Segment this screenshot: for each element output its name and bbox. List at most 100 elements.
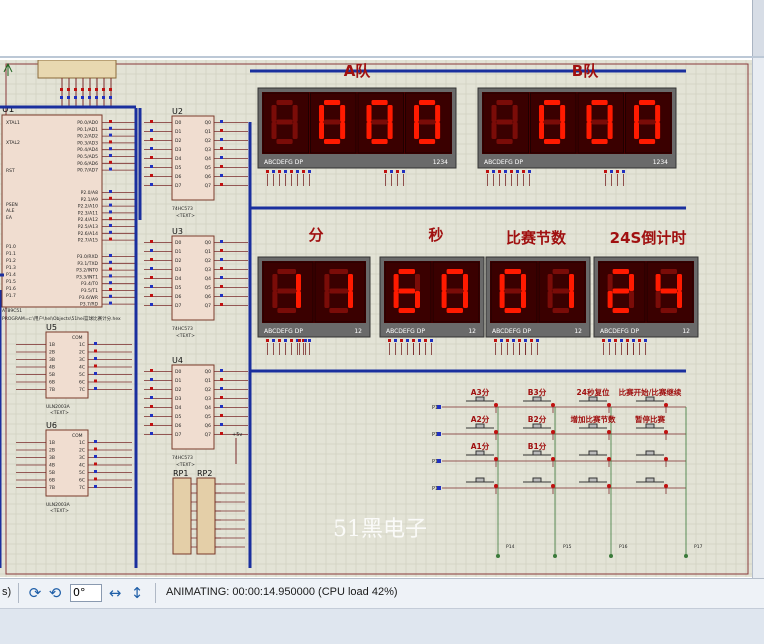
pin-state [220, 405, 223, 408]
u1-pin-label: P0.7/AD7 [77, 168, 98, 174]
u1-pin-label: P1.6 [6, 286, 16, 292]
button-state [607, 457, 611, 461]
display-title: A队 [344, 62, 372, 80]
segment [276, 119, 293, 125]
segment [324, 119, 341, 125]
u2-pin: D5 [175, 165, 181, 171]
segment [415, 274, 420, 291]
u2-pin: Q0 [205, 120, 212, 126]
pin-state [94, 470, 97, 473]
rotate-clockwise-icon[interactable]: ⟳ [26, 584, 44, 602]
button-state [664, 403, 668, 407]
pin-state [109, 190, 112, 193]
pin-state [88, 88, 91, 91]
pin-state [150, 303, 153, 306]
segment [521, 291, 526, 308]
segment [398, 288, 415, 294]
segment [371, 139, 388, 144]
schematic-canvas[interactable]: U1 XTAL1 XTAL2 RST PSEN ALE EA P1.0 P1.1 P1.2 P1.3… [0, 60, 752, 577]
pin-state [109, 267, 112, 271]
mirror-vertical-icon[interactable]: ↕ [128, 584, 146, 602]
pin-state [220, 120, 223, 123]
keypad-col-label: P16 [619, 544, 628, 550]
pin-state [278, 339, 281, 342]
display-pin-label: 1234 [433, 159, 448, 166]
u5-pin: 6B [49, 380, 55, 386]
u3-pin: Q5 [205, 285, 212, 291]
pin-state [109, 254, 112, 257]
rotate-anticlockwise-icon[interactable]: ⟲ [46, 584, 64, 602]
u3-pin: Q0 [205, 240, 212, 246]
display-title: 24S倒计时 [610, 229, 687, 247]
u1-pin-label: PSEN [6, 202, 18, 208]
u6-pin: 3B [49, 455, 55, 461]
pin-state [150, 120, 153, 123]
u6-pin: 1B [49, 440, 55, 446]
button-state [494, 484, 498, 488]
pin-state [620, 339, 623, 342]
u4-pin: Q5 [205, 414, 212, 420]
u1-pin-label: P3.6/WR [79, 295, 98, 301]
pin-state [304, 339, 307, 342]
segment [504, 288, 521, 294]
segment [512, 105, 518, 122]
pin-state [400, 339, 403, 342]
keypad-col-label: P15 [563, 544, 572, 550]
segment [296, 291, 301, 308]
pin-state [109, 96, 112, 99]
mirror-horizontal-icon[interactable]: ↔ [106, 584, 124, 602]
u6-pin: 6C [79, 478, 85, 484]
u4-pin: D3 [175, 396, 181, 402]
segment [329, 269, 348, 274]
segment [591, 139, 608, 144]
segment [446, 308, 463, 313]
top-scrollbar[interactable] [752, 0, 764, 56]
pin-state [150, 378, 153, 381]
u2-pin: Q3 [205, 147, 212, 153]
status-bar: s) ⟳ ⟲ 0° ↔ ↕ ANIMATING: 00:00:14.950000… [0, 578, 764, 609]
u1-pin-label: P1.0 [6, 244, 16, 250]
u4-pin: Q7 [205, 432, 212, 438]
pin-state [220, 294, 223, 297]
u2-pin: D3 [175, 147, 181, 153]
pin-state [272, 170, 275, 173]
segment [560, 105, 566, 122]
status-left-fragment: s) [2, 586, 12, 598]
pin-state [109, 160, 112, 164]
button-label: 暂停比赛 [635, 414, 665, 424]
u3-pin: D4 [175, 276, 181, 282]
pin-state [81, 96, 84, 99]
u6-text: <TEXT> [50, 508, 69, 514]
schematic[interactable]: U1XTAL1XTAL2RSTPSENALEEAP1.0P1.1P1.2P1.3… [0, 60, 752, 577]
segment [569, 274, 574, 291]
segment [393, 274, 399, 291]
display-seg-label: ABCDEFG DP [264, 159, 303, 166]
pin-state [94, 387, 97, 390]
u5-part: ULN2003A [46, 404, 71, 410]
pin-state [150, 156, 153, 159]
pin-state [492, 170, 495, 173]
u1-pin-label: P2.4/A12 [78, 217, 98, 223]
pin-state [60, 96, 63, 99]
pin-state [424, 339, 427, 342]
vertical-scrollbar[interactable] [752, 58, 764, 578]
pin-state [109, 140, 112, 144]
u2-part: 74HC573 [172, 206, 193, 212]
u2-pin: D7 [175, 183, 181, 189]
button-cap [532, 450, 542, 456]
pin-state [602, 339, 605, 342]
segment [607, 122, 613, 139]
segment [340, 122, 346, 139]
pin-state [94, 462, 97, 466]
keypad-col-label: P14 [506, 544, 515, 550]
u1-pin-label: P2.6/A14 [78, 231, 98, 237]
segment [366, 122, 372, 139]
display-seg-label: ABCDEFG DP [386, 328, 425, 335]
segment [639, 139, 656, 144]
u3-pin: D6 [175, 294, 181, 300]
pin-state [109, 217, 112, 221]
u2-pin: D6 [175, 174, 181, 180]
rotation-angle-input[interactable]: 0° [70, 584, 102, 602]
u3-pin: Q4 [205, 276, 212, 282]
button-state [551, 457, 555, 461]
